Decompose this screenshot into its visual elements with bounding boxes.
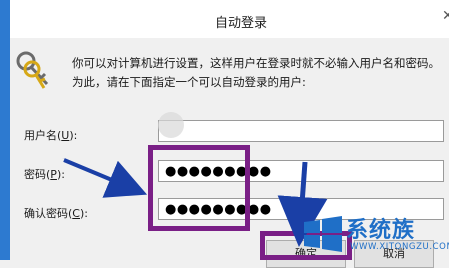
arrow-to-password-shaft [63,158,148,198]
watermark-brand: 系统族 [346,218,416,243]
watermark-url: WWW.XITONGZU.COM [350,242,449,252]
watermark: 系统族 WWW.XITONGZU.COM [296,208,449,260]
windows-logo-icon [304,216,342,252]
